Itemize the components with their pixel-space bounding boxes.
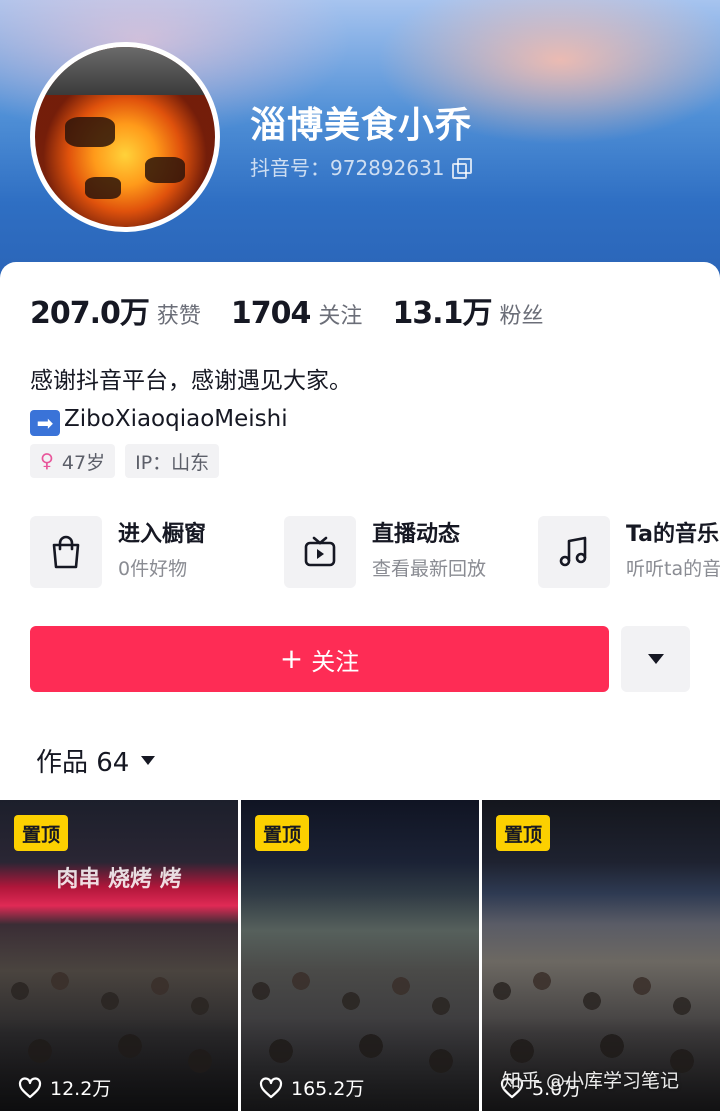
feature-row: 进入橱窗 0件好物 直播动态 查看最新回放 Ta的音乐 听听ta的音乐 [30,516,720,588]
avatar-coal [145,157,185,183]
feature-showcase[interactable]: 进入橱窗 0件好物 [30,516,284,588]
tv-icon [284,516,356,588]
stat-likes[interactable]: 207.0万 获赞 [30,288,201,332]
stat-value: 1704 [230,296,311,331]
bio-handle: ZiboXiaoqiaoMeishi [64,406,288,432]
avatar[interactable] [30,42,220,232]
stat-followers[interactable]: 13.1万 粉丝 [392,288,543,332]
likes-count: 165.2万 [291,1078,365,1100]
stat-following[interactable]: 1704 关注 [231,296,363,331]
bio-link-line: ➡ ZiboXiaoqiaoMeishi [30,400,352,438]
douyin-id-row[interactable]: 抖音号：972892631 [250,152,472,181]
feature-title: 直播动态 [372,522,461,547]
works-tab[interactable]: 作品 64 [36,742,156,779]
age-text: 47岁 [61,451,106,474]
pinned-badge: 置顶 [255,815,310,851]
username: 淄博美食小乔 [250,105,473,146]
douyin-id: 抖音号：972892631 [250,156,445,180]
stat-value: 207.0万 [30,296,150,331]
profile-header: 淄博美食小乔 抖音号：972892631 [0,0,720,290]
ip-text: IP：山东 [135,451,210,474]
arrow-right-icon: ➡ [30,410,60,436]
video-grid: 肉串 烧烤 烤 置顶 12.2万 置顶 165.2万 置顶 5.0万 [0,800,720,1111]
video-thumbnail[interactable]: 置顶 165.2万 [241,800,479,1111]
avatar-coal [65,117,115,147]
chevron-down-icon [647,654,664,664]
avatar-grill-grate [35,47,215,95]
feature-title: Ta的音乐 [626,522,720,547]
stat-value: 13.1万 [392,296,492,331]
bio: 感谢抖音平台，感谢遇见大家。 ➡ ZiboXiaoqiaoMeishi [30,362,352,438]
stat-label: 获赞 [156,304,201,329]
shopping-bag-icon [30,516,102,588]
pinned-badge: 置顶 [496,815,551,851]
music-note-icon [538,516,610,588]
video-thumbnail[interactable]: 肉串 烧烤 烤 置顶 12.2万 [0,800,238,1111]
stat-label: 关注 [318,304,363,329]
follow-label: 关注 [311,647,360,676]
more-options-button[interactable] [621,626,690,692]
avatar-coal [85,177,121,199]
feature-subtitle: 0件好物 [118,558,188,580]
plus-icon: + [279,642,304,675]
pinned-badge: 置顶 [14,815,69,851]
feature-title: 进入橱窗 [118,522,207,547]
age-tag: ♀ 47岁 [30,444,116,478]
follow-button[interactable]: + 关注 [30,626,609,692]
stat-label: 粉丝 [499,304,544,329]
feature-subtitle: 查看最新回放 [372,558,487,580]
works-label: 作品 64 [36,748,130,778]
watermark: 知乎 @小库学习笔记 [502,1070,680,1092]
feature-live[interactable]: 直播动态 查看最新回放 [284,516,538,588]
female-gender-icon: ♀ [40,450,54,472]
heart-icon [259,1076,283,1098]
heart-icon [18,1076,42,1098]
ip-tag: IP：山东 [125,444,220,478]
chevron-down-icon [141,756,156,765]
video-thumbnail[interactable]: 置顶 5.0万 [482,800,720,1111]
thumbnail-sign-text: 肉串 烧烤 烤 [56,867,182,892]
video-likes: 12.2万 [18,1074,111,1101]
likes-count: 12.2万 [50,1078,112,1100]
video-likes: 165.2万 [259,1074,364,1101]
copy-icon[interactable] [451,157,472,179]
tag-row: ♀ 47岁 IP：山东 [30,444,220,478]
stats-row: 207.0万 获赞 1704 关注 13.1万 粉丝 [30,288,573,332]
feature-subtitle: 听听ta的音乐 [626,558,720,580]
feature-music[interactable]: Ta的音乐 听听ta的音乐 [538,516,720,588]
bio-line: 感谢抖音平台，感谢遇见大家。 [30,368,352,394]
